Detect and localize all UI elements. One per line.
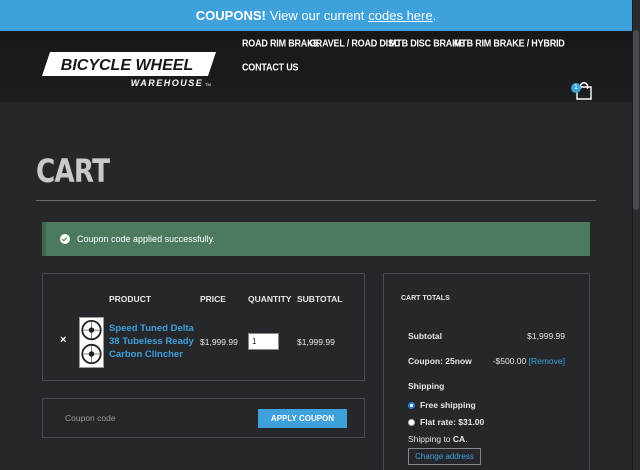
shipping-destination: Shipping to CA. bbox=[408, 434, 468, 444]
free-shipping-radio[interactable] bbox=[408, 402, 415, 409]
product-subtotal: $1,999.99 bbox=[297, 337, 335, 347]
page-scrollbar[interactable] bbox=[632, 0, 640, 470]
nav-mtb-rim-brake-hybrid[interactable]: MTB RIM BRAKE / HYBRID bbox=[454, 37, 565, 49]
check-circle-icon bbox=[60, 234, 70, 244]
quantity-input[interactable] bbox=[248, 333, 279, 350]
cart-totals-title: CART TOTALS bbox=[401, 295, 450, 302]
header-price: PRICE bbox=[200, 294, 226, 304]
shipping-to-suffix: . bbox=[465, 434, 468, 444]
coupon-code-input[interactable] bbox=[57, 409, 197, 427]
change-address-button[interactable]: Change address bbox=[408, 448, 481, 465]
page-title: CART bbox=[36, 152, 110, 190]
remove-coupon-link[interactable]: [Remove] bbox=[529, 356, 565, 366]
nav-mtb-disc-brake[interactable]: MTB DISC BRAKE bbox=[389, 37, 464, 49]
title-divider bbox=[36, 200, 596, 201]
logo-line1: BICYCLE WHEEL bbox=[61, 57, 193, 74]
promo-lead: COUPONS! bbox=[195, 8, 266, 23]
logo-tm: TM bbox=[205, 82, 211, 87]
coupon-label: Coupon: 25now bbox=[408, 356, 472, 366]
promo-codes-link[interactable]: codes here bbox=[368, 8, 432, 23]
nav-gravel-road-disc[interactable]: GRAVEL / ROAD DISC bbox=[309, 37, 400, 49]
cart-table: PRODUCT PRICE QUANTITY SUBTOTAL × Speed … bbox=[42, 273, 365, 381]
coupon-value: -$500.00 bbox=[492, 356, 527, 366]
promo-text: View our current bbox=[269, 8, 365, 23]
product-price: $1,999.99 bbox=[200, 337, 238, 347]
shipping-label: Shipping bbox=[408, 381, 445, 391]
promo-bar: COUPONS! View our current codes here. bbox=[0, 0, 632, 31]
bicycle-wheel-warehouse-logo[interactable]: BICYCLE WHEEL WAREHOUSE TM bbox=[42, 50, 216, 88]
product-name-link[interactable]: Speed Tuned Delta 38 Tubeless Ready Carb… bbox=[109, 322, 199, 361]
apply-coupon-button[interactable]: APPLY COUPON bbox=[258, 409, 347, 428]
header-quantity: QUANTITY bbox=[248, 294, 292, 304]
remove-item-button[interactable]: × bbox=[60, 334, 66, 346]
header-product: PRODUCT bbox=[109, 294, 152, 304]
free-shipping-label[interactable]: Free shipping bbox=[420, 400, 476, 410]
nav-contact-us[interactable]: CONTACT US bbox=[242, 61, 299, 73]
cart-count-badge: 1 bbox=[571, 83, 581, 93]
logo-line2: WAREHOUSE bbox=[131, 78, 204, 88]
cart-page: COUPONS! View our current codes here. BI… bbox=[0, 0, 640, 470]
scrollbar-thumb[interactable] bbox=[633, 30, 639, 210]
shipping-to-value: CA bbox=[452, 434, 466, 444]
flat-rate-label[interactable]: Flat rate: $31.00 bbox=[420, 417, 484, 427]
coupon-discount: -$500.00 [Remove] bbox=[493, 356, 565, 366]
product-thumbnail[interactable] bbox=[79, 317, 104, 368]
notice-text: Coupon code applied successfully. bbox=[77, 234, 215, 244]
promo-tail: . bbox=[432, 8, 437, 23]
header-subtotal: SUBTOTAL bbox=[297, 294, 343, 304]
subtotal-value: $1,999.99 bbox=[527, 331, 565, 341]
coupon-form: APPLY COUPON bbox=[42, 398, 365, 438]
subtotal-label: Subtotal bbox=[408, 331, 442, 341]
success-notice: Coupon code applied successfully. bbox=[42, 222, 590, 256]
shipping-to-prefix: Shipping to bbox=[408, 434, 451, 444]
site-header: BICYCLE WHEEL WAREHOUSE TM ROAD RIM BRAK… bbox=[0, 31, 632, 102]
nav-road-rim-brake[interactable]: ROAD RIM BRAKE bbox=[242, 37, 319, 49]
flat-rate-radio[interactable] bbox=[408, 419, 415, 426]
cart-totals: CART TOTALS Subtotal $1,999.99 Coupon: 2… bbox=[383, 273, 590, 470]
